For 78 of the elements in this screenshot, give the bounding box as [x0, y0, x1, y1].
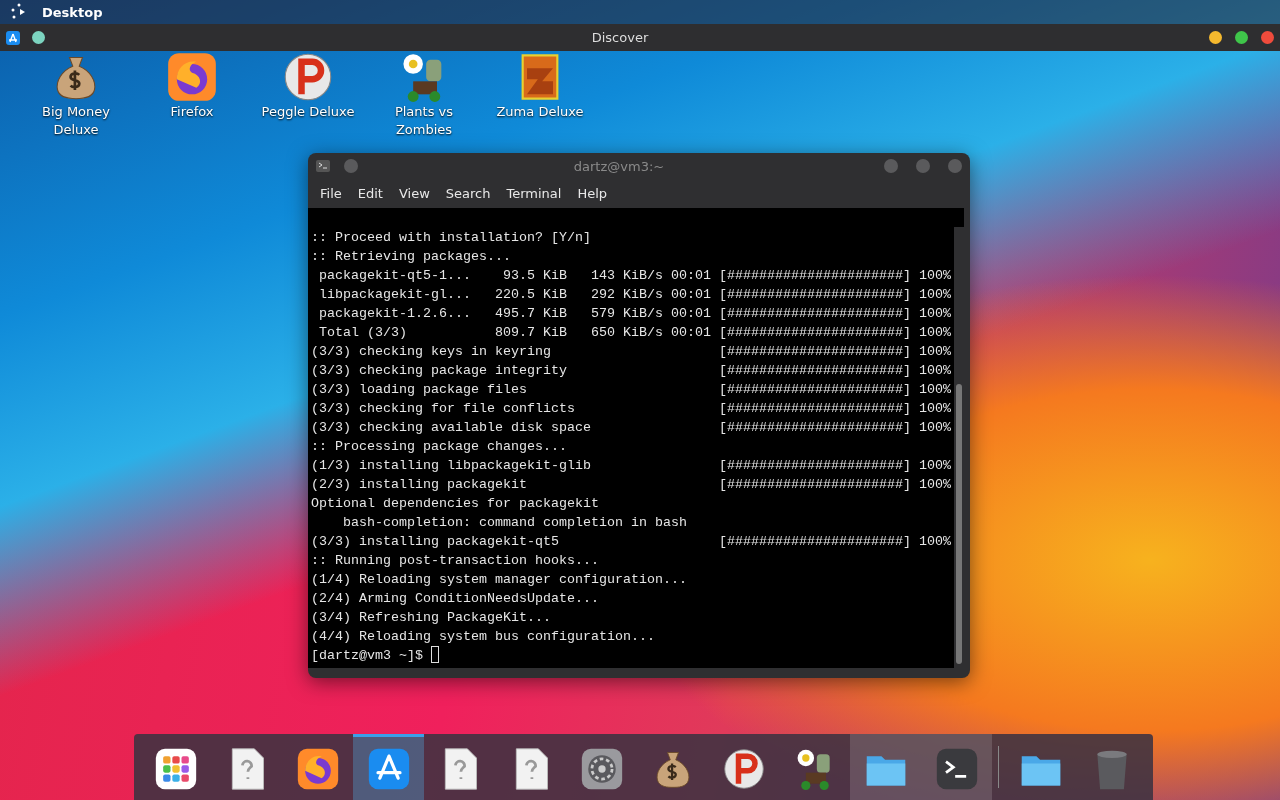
terminal-line: (3/4) Refreshing PackageKit...: [311, 609, 551, 627]
terminal-line: :: Proceed with installation? [Y/n]: [311, 229, 591, 247]
window-title: dartz@vm3:~: [572, 158, 666, 174]
percent-text: 100%: [918, 362, 951, 380]
terminal-line: libpackagekit-gl... 220.5 KiB 292 KiB/s 00:01: [318, 286, 712, 304]
percent-text: 100%: [918, 533, 951, 551]
progress-bar-text: [######################]: [719, 362, 911, 380]
terminal-line: (1/3) installing libpackagekit-glib: [311, 457, 592, 475]
progress-bar-text: [######################]: [719, 286, 911, 304]
desktop-icon-label[interactable]: Peggle Deluxe: [260, 103, 356, 121]
progress-bar-text: [######################]: [719, 324, 911, 342]
progress-bar-text: [######################]: [719, 476, 911, 494]
terminal-line: (3/3) checking for file conflicts: [311, 400, 576, 418]
menu-item[interactable]: Search: [437, 186, 499, 201]
menu-item[interactable]: Edit: [349, 186, 391, 201]
fox-globe-icon: [295, 746, 340, 791]
progress-bar-text: [######################]: [719, 457, 911, 475]
app-store-icon[interactable]: [6, 30, 20, 45]
percent-text: 100%: [918, 324, 951, 342]
terminal-line: (2/4) Arming ConditionNeedsUpdate...: [311, 590, 599, 608]
maximize-button[interactable]: [1235, 31, 1248, 44]
progress-bar-text: [######################]: [719, 419, 911, 437]
text-cursor: [431, 646, 439, 663]
menu-item[interactable]: Terminal: [498, 186, 570, 201]
terminal-line: :: Retrieving packages...: [311, 248, 511, 266]
app-store-icon[interactable]: [366, 746, 411, 791]
fox-globe-icon: [166, 51, 218, 103]
progress-bar-text: [######################]: [719, 343, 911, 361]
terminal-line: :: Processing package changes...: [311, 438, 567, 456]
percent-text: 100%: [918, 457, 951, 475]
dock-item[interactable]: [353, 734, 424, 800]
window-title: Discover: [590, 30, 650, 45]
close-button[interactable]: [1261, 31, 1274, 44]
terminal-line: Total (3/3) 809.7 KiB 650 KiB/s 00:01: [318, 324, 712, 342]
menu-item[interactable]: View: [390, 186, 438, 201]
progress-bar-text: [######################]: [719, 305, 911, 323]
terminal-line: (3/3) checking available disk space: [311, 419, 592, 437]
minimize-button[interactable]: [1209, 31, 1222, 44]
peggle-ball-icon: [721, 746, 766, 791]
terminal-line: (3/3) checking package integrity: [311, 362, 568, 380]
terminal-line: (3/3) checking keys in keyring: [311, 343, 552, 361]
desktop-icon-label[interactable]: Plants vs Zombies: [376, 103, 472, 139]
percent-text: 100%: [918, 343, 951, 361]
percent-text: 100%: [918, 476, 951, 494]
shell-prompt: [dartz@vm3 ~]$: [311, 647, 423, 665]
terminal-line: :: Running post-transaction hooks...: [311, 552, 599, 570]
percent-text: 100%: [918, 400, 951, 418]
status-dot[interactable]: [32, 31, 45, 44]
terminal-line: packagekit-qt5-1... 93.5 KiB 143 KiB/s 00:01: [318, 267, 712, 285]
desktop-icon-label[interactable]: Zuma Deluxe: [492, 103, 588, 121]
app-grid-icon[interactable]: [153, 746, 198, 791]
scrollbar-thumb[interactable]: [956, 384, 962, 664]
top-bar-title: Desktop: [42, 4, 103, 20]
percent-text: 100%: [918, 286, 951, 304]
desktop-icon-label[interactable]: Firefox: [144, 103, 240, 121]
progress-bar-text: [######################]: [719, 267, 911, 285]
terminal-line: bash-completion: command completion in bash: [342, 514, 687, 532]
percent-text: 100%: [918, 419, 951, 437]
terminal-line: (4/4) Reloading system bus configuration...: [311, 628, 655, 646]
menu-item[interactable]: File: [312, 186, 350, 201]
terminal-line: (3/3) loading package files: [311, 381, 528, 399]
terminal-icon[interactable]: [934, 746, 979, 791]
percent-text: 100%: [918, 381, 951, 399]
terminal-line: (2/3) installing packagekit: [311, 476, 528, 494]
terminal-line: Optional dependencies for packagekit: [311, 495, 599, 513]
terminal-icon: [316, 160, 330, 172]
progress-bar-text: [######################]: [719, 400, 911, 418]
menu-item[interactable]: Help: [569, 186, 616, 201]
progress-bar-text: [######################]: [719, 381, 911, 399]
terminal-line: (3/3) installing packagekit-qt5: [311, 533, 560, 551]
terminal-line: (1/4) Reloading system manager configuration...: [311, 571, 687, 589]
percent-text: 100%: [918, 267, 951, 285]
terminal-line: packagekit-1.2.6... 495.7 KiB 579 KiB/s 00:01: [318, 305, 712, 323]
progress-bar-text: [######################]: [719, 533, 911, 551]
peggle-ball-icon: [282, 51, 334, 103]
desktop-icon-label[interactable]: Big Money Deluxe: [28, 103, 124, 139]
percent-text: 100%: [918, 305, 951, 323]
gear-icon[interactable]: [579, 746, 624, 791]
